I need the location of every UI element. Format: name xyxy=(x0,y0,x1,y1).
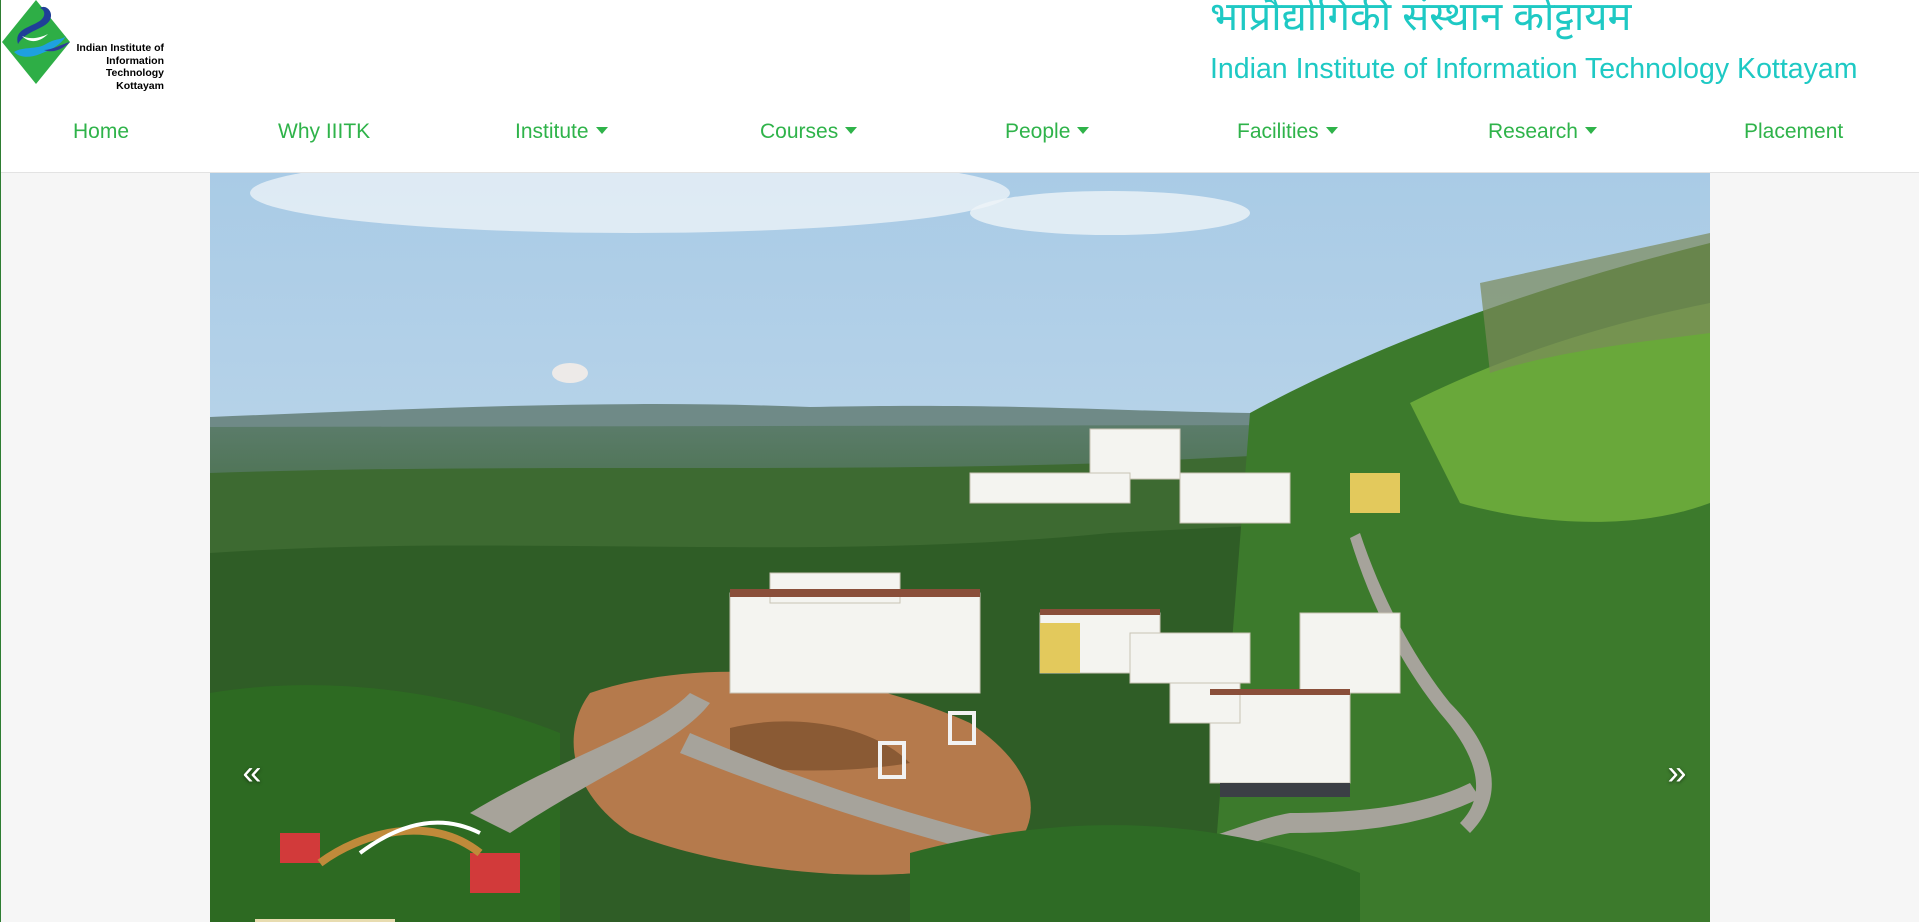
nav-item-courses[interactable]: Courses xyxy=(760,112,858,152)
nav-label: Research xyxy=(1488,120,1578,143)
nav-label: People xyxy=(1005,120,1071,143)
institute-title-hindi: भाप्रौद्योगिकी संस्थान कोट्टायम xyxy=(1210,0,1632,39)
carousel-prev-button[interactable]: « xyxy=(222,743,282,803)
hero-carousel: « » xyxy=(210,173,1710,922)
chevron-double-left-icon: « xyxy=(242,754,262,792)
site-logo[interactable]: Indian Institute of Information Technolo… xyxy=(0,0,165,92)
main-nav: Home Why IIITK Institute Courses People … xyxy=(0,112,1919,152)
nav-item-institute[interactable]: Institute xyxy=(515,112,608,152)
caret-down-icon xyxy=(1584,126,1597,134)
logo-text: Indian Institute of Information Technolo… xyxy=(48,42,165,92)
chevron-double-right-icon: » xyxy=(1667,754,1687,792)
nav-item-facilities[interactable]: Facilities xyxy=(1237,112,1338,152)
nav-item-home[interactable]: Home xyxy=(73,112,129,152)
nav-item-placement[interactable]: Placement xyxy=(1744,112,1843,152)
nav-item-why-iiitk[interactable]: Why IIITK xyxy=(278,112,370,152)
campus-aerial-photo xyxy=(210,173,1710,922)
page-left-border xyxy=(0,0,1,922)
nav-item-research[interactable]: Research xyxy=(1488,112,1597,152)
nav-label: Home xyxy=(73,120,130,143)
site-header: Indian Institute of Information Technolo… xyxy=(0,0,1919,173)
caret-down-icon xyxy=(595,126,608,134)
caret-down-icon xyxy=(1325,126,1338,134)
nav-label: Institute xyxy=(515,120,589,143)
caret-down-icon xyxy=(845,126,858,134)
logo-line: Kottayam xyxy=(116,79,164,92)
nav-label: Why IIITK xyxy=(278,120,371,143)
nav-label: Placement xyxy=(1744,120,1844,143)
carousel-next-button[interactable]: » xyxy=(1647,743,1707,803)
caret-down-icon xyxy=(1077,126,1090,134)
nav-label: Facilities xyxy=(1237,120,1319,143)
logo-line: Indian Institute of xyxy=(76,42,165,54)
institute-title-english: Indian Institute of Information Technolo… xyxy=(1210,53,1858,85)
logo-line: Information Technology xyxy=(105,54,164,80)
nav-label: Courses xyxy=(760,120,839,143)
nav-item-people[interactable]: People xyxy=(1005,112,1090,152)
